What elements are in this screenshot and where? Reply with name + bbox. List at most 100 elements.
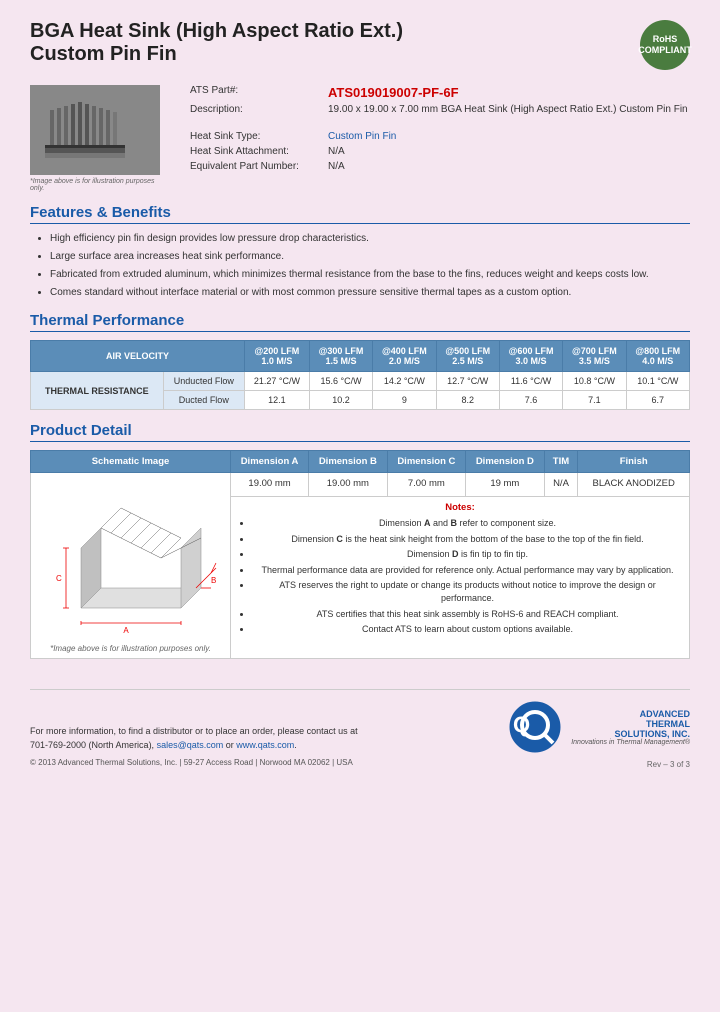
part-label: ATS Part#: — [190, 85, 320, 100]
unducted-600: 11.6 °C/W — [499, 372, 562, 391]
unducted-200: 21.27 °C/W — [244, 372, 309, 391]
desc-value: 19.00 x 19.00 x 7.00 mm BGA Heat Sink (H… — [328, 104, 688, 115]
note-item: ATS certifies that this heat sink assemb… — [252, 608, 683, 621]
unducted-700: 10.8 °C/W — [563, 372, 626, 391]
col-dim-b: Dimension B — [309, 451, 388, 473]
notes-list: Dimension A and B refer to component siz… — [252, 517, 683, 636]
svg-text:C: C — [56, 574, 62, 583]
col-tim: TIM — [544, 451, 578, 473]
ats-thermal: THERMAL — [571, 719, 690, 729]
col-dim-c: Dimension C — [387, 451, 466, 473]
features-title: Features & Benefits — [30, 204, 690, 224]
col-dim-a: Dimension A — [231, 451, 309, 473]
product-detail-title: Product Detail — [30, 422, 690, 442]
dim-a-value: 19.00 mm — [231, 473, 309, 497]
rohs-badge: RoHSCOMPLIANT — [640, 20, 690, 70]
schematic-svg: A B C — [41, 478, 221, 638]
air-velocity-header: AIR VELOCITY — [31, 341, 245, 372]
ducted-800: 6.7 — [626, 391, 689, 410]
col-schematic: Schematic Image — [31, 451, 231, 473]
dim-c-value: 7.00 mm — [387, 473, 466, 497]
ats-logo: Q ADVANCED THERMAL SOLUTIONS, INC. Innov… — [508, 700, 690, 755]
thermal-resistance-label: THERMAL RESISTANCE — [31, 372, 164, 410]
feature-item: High efficiency pin fin design provides … — [50, 232, 690, 246]
ducted-700: 7.1 — [563, 391, 626, 410]
note-item: Thermal performance data are provided fo… — [252, 564, 683, 577]
spec-table: ATS Part#: ATS019019007-PF-6F Descriptio… — [190, 85, 690, 192]
desc-label: Description: — [190, 104, 320, 115]
page-title-line1: BGA Heat Sink (High Aspect Ratio Ext.) — [30, 20, 403, 43]
col-800lfm: @800 LFM4.0 M/S — [626, 341, 689, 372]
footer-contact: For more information, to find a distribu… — [30, 725, 358, 769]
logo-section: Q ADVANCED THERMAL SOLUTIONS, INC. Innov… — [508, 700, 690, 769]
finish-value: BLACK ANODIZED — [578, 473, 690, 497]
note-item: Dimension D is fin tip to fin tip. — [252, 548, 683, 561]
email-link[interactable]: sales@qats.com — [157, 740, 224, 750]
notes-cell: Notes: Dimension A and B refer to compon… — [231, 497, 690, 659]
schematic-note: *Image above is for illustration purpose… — [37, 644, 224, 653]
page-footer: For more information, to find a distribu… — [30, 689, 690, 769]
col-500lfm: @500 LFM2.5 M/S — [436, 341, 499, 372]
note-item: Contact ATS to learn about custom option… — [252, 623, 683, 636]
col-200lfm: @200 LFM1.0 M/S — [244, 341, 309, 372]
ducted-300: 10.2 — [309, 391, 372, 410]
ducted-600: 7.6 — [499, 391, 562, 410]
ducted-500: 8.2 — [436, 391, 499, 410]
tim-value: N/A — [544, 473, 578, 497]
ducted-200: 12.1 — [244, 391, 309, 410]
website-link[interactable]: www.qats.com — [236, 740, 294, 750]
note-item: Dimension A and B refer to component siz… — [252, 517, 683, 530]
ats-advanced: ADVANCED — [571, 709, 690, 719]
unducted-500: 12.7 °C/W — [436, 372, 499, 391]
type-value: Custom Pin Fin — [328, 131, 396, 142]
attachment-value: N/A — [328, 146, 345, 157]
svg-text:A: A — [123, 626, 129, 635]
contact-text: For more information, to find a distribu… — [30, 725, 358, 752]
unducted-label: Unducted Flow — [163, 372, 244, 391]
ducted-400: 9 — [373, 391, 436, 410]
product-detail-table: Schematic Image Dimension A Dimension B … — [30, 450, 690, 659]
part-row: ATS Part#: ATS019019007-PF-6F — [190, 85, 690, 100]
notes-title: Notes: — [237, 502, 683, 513]
col-300lfm: @300 LFM1.5 M/S — [309, 341, 372, 372]
note-item: ATS reserves the right to update or chan… — [252, 579, 683, 604]
thermal-title: Thermal Performance — [30, 312, 690, 332]
ats-q-logo: Q — [508, 700, 563, 755]
attachment-label: Heat Sink Attachment: — [190, 146, 320, 157]
product-image-box — [30, 85, 160, 175]
product-image-section: *Image above is for illustration purpose… — [30, 85, 170, 192]
copyright: © 2013 Advanced Thermal Solutions, Inc. … — [30, 757, 358, 769]
unducted-800: 10.1 °C/W — [626, 372, 689, 391]
col-400lfm: @400 LFM2.0 M/S — [373, 341, 436, 372]
product-info: *Image above is for illustration purpose… — [30, 85, 690, 192]
svg-text:Q: Q — [513, 712, 530, 737]
type-label: Heat Sink Type: — [190, 131, 320, 142]
heatsink-illustration — [35, 90, 155, 170]
ducted-label: Ducted Flow — [163, 391, 244, 410]
svg-text:B: B — [211, 576, 216, 585]
col-finish: Finish — [578, 451, 690, 473]
note-item: Dimension C is the heat sink height from… — [252, 533, 683, 546]
col-600lfm: @600 LFM3.0 M/S — [499, 341, 562, 372]
type-row: Heat Sink Type: Custom Pin Fin — [190, 131, 690, 142]
col-700lfm: @700 LFM3.5 M/S — [563, 341, 626, 372]
page-title-line2: Custom Pin Fin — [30, 43, 403, 66]
title-block: BGA Heat Sink (High Aspect Ratio Ext.) C… — [30, 20, 403, 66]
schematic-image-cell: A B C *Image above is for illustration p… — [31, 473, 231, 659]
part-number: ATS019019007-PF-6F — [328, 85, 459, 100]
ats-text: ADVANCED THERMAL SOLUTIONS, INC. Innovat… — [571, 709, 690, 746]
page-header: BGA Heat Sink (High Aspect Ratio Ext.) C… — [30, 20, 690, 70]
col-dim-d: Dimension D — [466, 451, 545, 473]
page-number: Rev – 3 of 3 — [508, 760, 690, 769]
attachment-row: Heat Sink Attachment: N/A — [190, 146, 690, 157]
unducted-300: 15.6 °C/W — [309, 372, 372, 391]
image-note: *Image above is for illustration purpose… — [30, 178, 170, 192]
thermal-table: AIR VELOCITY @200 LFM1.0 M/S @300 LFM1.5… — [30, 340, 690, 410]
ats-solutions: SOLUTIONS, INC. — [571, 729, 690, 739]
feature-item: Comes standard without interface materia… — [50, 286, 690, 300]
desc-row: Description: 19.00 x 19.00 x 7.00 mm BGA… — [190, 104, 690, 115]
feature-item: Fabricated from extruded aluminum, which… — [50, 268, 690, 282]
equiv-value: N/A — [328, 161, 345, 172]
dim-d-value: 19 mm — [466, 473, 545, 497]
feature-item: Large surface area increases heat sink p… — [50, 250, 690, 264]
